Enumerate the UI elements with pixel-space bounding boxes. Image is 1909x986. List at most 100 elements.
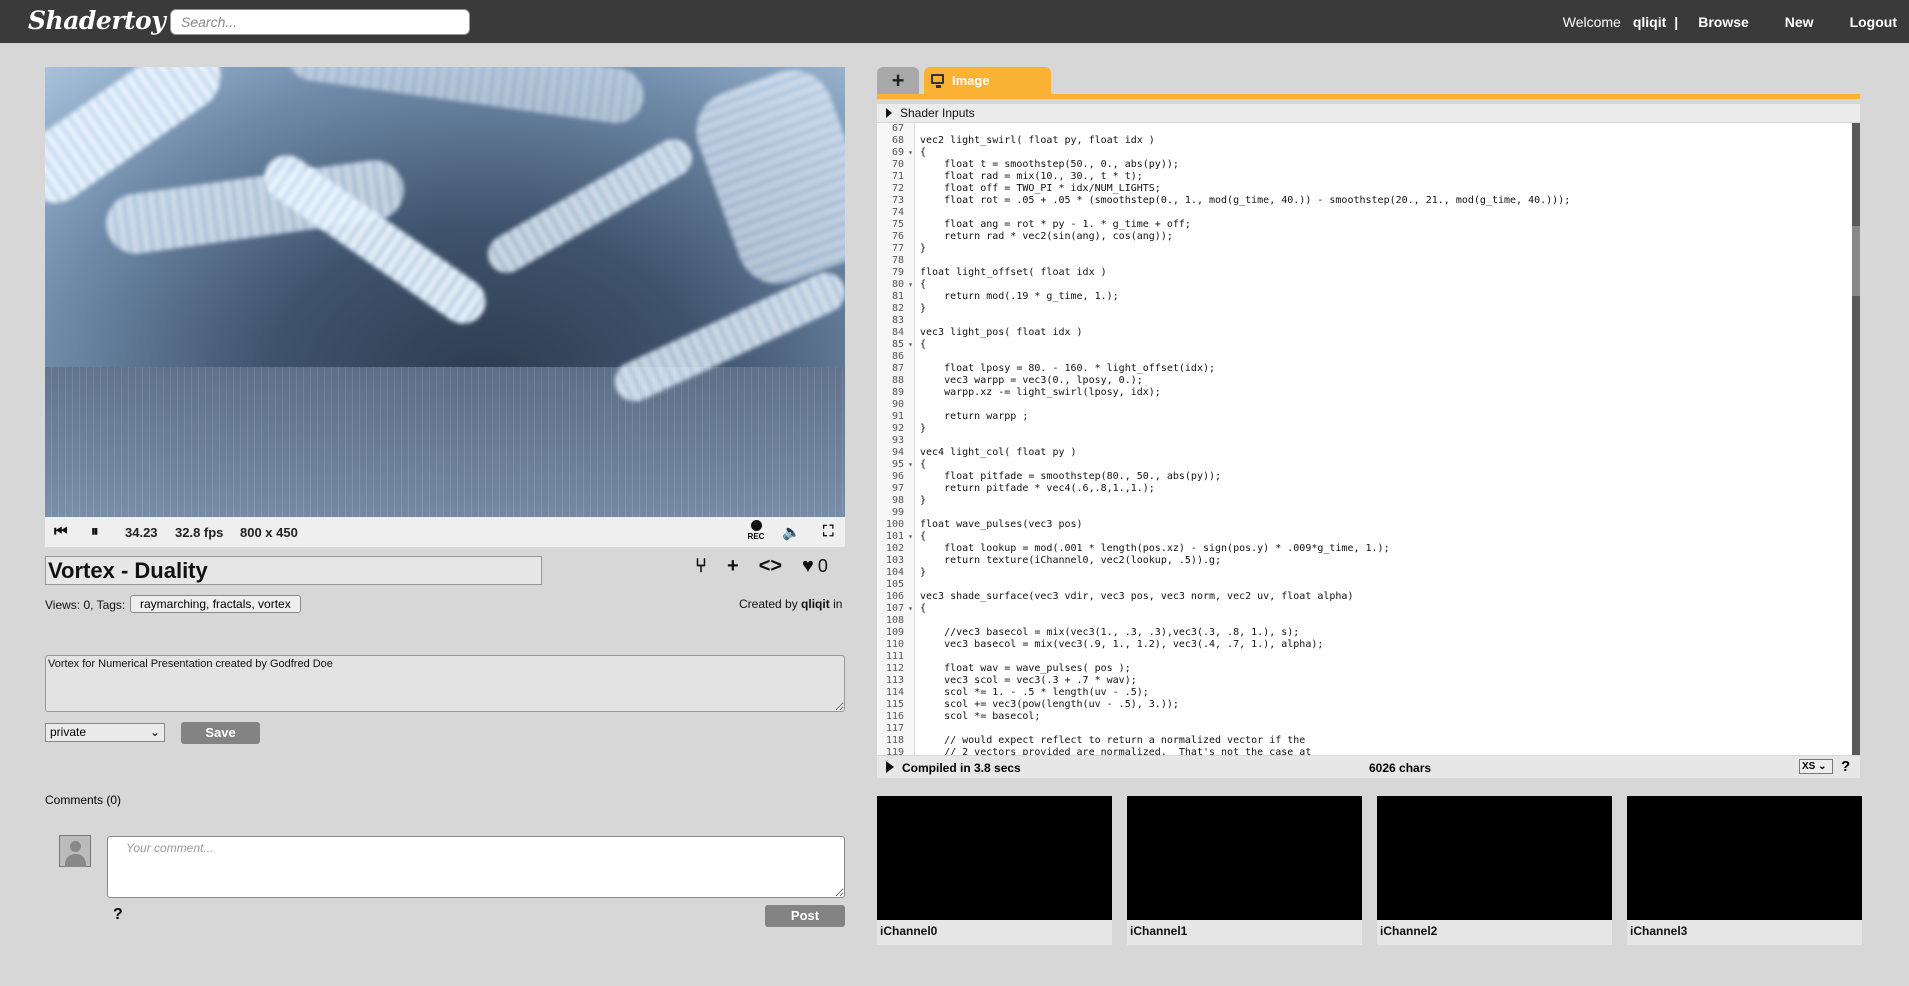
line-number: 103 — [885, 555, 904, 566]
channel-preview[interactable] — [1627, 796, 1862, 920]
code-line[interactable]: vec3 light_pos( float idx ) — [920, 327, 1840, 339]
fullscreen-icon[interactable]: ⛶ — [823, 523, 834, 540]
compile-triangle-icon[interactable] — [886, 761, 894, 773]
add-icon[interactable]: + — [727, 555, 739, 578]
code-line[interactable]: float lposy = 80. - 160. * light_offset(… — [920, 363, 1840, 375]
privacy-select[interactable]: private ⌄ — [45, 723, 165, 742]
code-line[interactable]: } — [920, 495, 1840, 507]
description-field[interactable]: Vortex for Numerical Presentation create… — [45, 655, 845, 712]
channel-slot-2[interactable]: iChannel2 — [1377, 796, 1612, 945]
post-button[interactable]: Post — [765, 905, 845, 927]
code-line[interactable]: { — [920, 339, 1840, 351]
code-line[interactable]: } — [920, 243, 1840, 255]
code-line[interactable] — [920, 315, 1840, 327]
code-line[interactable]: } — [920, 303, 1840, 315]
comment-input[interactable] — [107, 836, 845, 898]
code-line[interactable]: scol *= 1. - .5 * length(uv - .5); — [920, 687, 1840, 699]
code-line[interactable] — [920, 255, 1840, 267]
code-line[interactable] — [920, 723, 1840, 735]
code-line[interactable]: float ang = rot * py - 1. * g_time + off… — [920, 219, 1840, 231]
fork-icon[interactable]: ⑂ — [695, 555, 707, 578]
code-line[interactable]: scol *= basecol; — [920, 711, 1840, 723]
top-bar: Shadertoy Welcome qliqit | Browse New Lo… — [0, 0, 1909, 43]
code-line[interactable]: vec4 light_col( float py ) — [920, 447, 1840, 459]
code-line[interactable]: float pitfade = smoothstep(80., 50., abs… — [920, 471, 1840, 483]
embed-code-icon[interactable]: <> — [759, 555, 782, 578]
code-line[interactable] — [920, 507, 1840, 519]
code-line[interactable]: vec3 basecol = mix(vec3(.9, 1., 1.2), ve… — [920, 639, 1840, 651]
code-line[interactable]: //vec3 basecol = mix(vec3(1., .3, .3),ve… — [920, 627, 1840, 639]
code-line[interactable]: return warpp ; — [920, 411, 1840, 423]
channel-slot-3[interactable]: iChannel3 — [1627, 796, 1862, 945]
channel-slot-1[interactable]: iChannel1 — [1127, 796, 1362, 945]
line-number: 104 — [885, 567, 904, 578]
username-link[interactable]: qliqit — [1633, 14, 1666, 30]
nav-browse-link[interactable]: Browse — [1698, 14, 1749, 30]
editor-scrollbar[interactable] — [1852, 123, 1860, 755]
channel-preview[interactable] — [1127, 796, 1362, 920]
search-input[interactable] — [170, 9, 470, 35]
record-button[interactable]: REC — [744, 520, 768, 541]
code-line[interactable]: { — [920, 279, 1840, 291]
font-size-select[interactable]: XS ⌄ — [1799, 759, 1833, 774]
code-line[interactable] — [920, 435, 1840, 447]
editor-help-icon[interactable]: ? — [1841, 758, 1850, 775]
code-line[interactable]: float t = smoothstep(50., 0., abs(py)); — [920, 159, 1840, 171]
save-button[interactable]: Save — [181, 722, 260, 744]
volume-icon[interactable]: 🔈 — [782, 523, 801, 541]
code-line[interactable]: scol += vec3(pow(length(uv - .5), 3.)); — [920, 699, 1840, 711]
code-line[interactable]: // 2 vectors provided are normalized. Th… — [920, 747, 1840, 755]
scrollbar-thumb[interactable] — [1852, 226, 1860, 296]
code-line[interactable] — [920, 123, 1840, 135]
code-line[interactable]: return texture(iChannel0, vec2(lookup, .… — [920, 555, 1840, 567]
code-line[interactable]: vec3 scol = vec3(.3 + .7 * wav); — [920, 675, 1840, 687]
tab-image[interactable]: Image — [924, 67, 1051, 94]
tags-field[interactable]: raymarching, fractals, vortex — [130, 595, 301, 613]
author-link[interactable]: qliqit — [801, 597, 830, 611]
comment-help-icon[interactable]: ? — [113, 906, 123, 924]
code-line[interactable] — [920, 351, 1840, 363]
code-line[interactable]: // would expect reflect to return a norm… — [920, 735, 1840, 747]
code-line[interactable] — [920, 399, 1840, 411]
code-line[interactable] — [920, 651, 1840, 663]
rewind-icon[interactable]: ⏮ — [54, 523, 68, 540]
code-line[interactable]: warpp.xz -= light_swirl(lposy, idx); — [920, 387, 1840, 399]
channel-slot-0[interactable]: iChannel0 — [877, 796, 1112, 945]
channel-preview[interactable] — [877, 796, 1112, 920]
code-line[interactable] — [920, 615, 1840, 627]
code-line[interactable]: vec3 shade_surface(vec3 vdir, vec3 pos, … — [920, 591, 1840, 603]
code-line[interactable]: { — [920, 147, 1840, 159]
code-line[interactable]: { — [920, 531, 1840, 543]
nav-logout-link[interactable]: Logout — [1850, 14, 1897, 30]
code-line[interactable]: vec3 warpp = vec3(0., lposy, 0.); — [920, 375, 1840, 387]
code-line[interactable] — [920, 579, 1840, 591]
code-line[interactable]: float wav = wave_pulses( pos ); — [920, 663, 1840, 675]
add-tab-button[interactable]: + — [877, 67, 919, 94]
shader-title-field[interactable] — [45, 556, 542, 585]
shader-canvas[interactable] — [45, 67, 845, 517]
code-line[interactable]: vec2 light_swirl( float py, float idx ) — [920, 135, 1840, 147]
shader-inputs-toggle[interactable]: Shader Inputs — [877, 104, 1860, 122]
code-lines[interactable]: vec2 light_swirl( float py, float idx ){… — [920, 123, 1840, 755]
site-logo[interactable]: Shadertoy — [28, 6, 166, 35]
code-line[interactable]: float rot = .05 + .05 * (smoothstep(0., … — [920, 195, 1840, 207]
code-line[interactable]: return mod(.19 * g_time, 1.); — [920, 291, 1840, 303]
nav-new-link[interactable]: New — [1785, 14, 1814, 30]
code-line[interactable]: float light_offset( float idx ) — [920, 267, 1840, 279]
code-line[interactable]: return rad * vec2(sin(ang), cos(ang)); — [920, 231, 1840, 243]
heart-icon[interactable]: ♥ — [802, 555, 814, 578]
code-line[interactable]: { — [920, 603, 1840, 615]
code-line[interactable]: return pitfade * vec4(.6,.8,1.,1.); — [920, 483, 1840, 495]
code-line[interactable] — [920, 207, 1840, 219]
code-line[interactable]: float lookup = mod(.001 * length(pos.xz)… — [920, 543, 1840, 555]
code-line[interactable]: float rad = mix(10., 30., t * t); — [920, 171, 1840, 183]
code-line[interactable]: } — [920, 567, 1840, 579]
code-line[interactable]: float off = TWO_PI * idx/NUM_LIGHTS; — [920, 183, 1840, 195]
code-line[interactable]: float wave_pulses(vec3 pos) — [920, 519, 1840, 531]
code-line[interactable]: { — [920, 459, 1840, 471]
channel-label: iChannel0 — [880, 924, 938, 938]
code-line[interactable]: } — [920, 423, 1840, 435]
code-editor[interactable]: 6768697071727374757677787980818283848586… — [877, 123, 1860, 755]
pause-icon[interactable]: ⏸ — [91, 523, 99, 540]
channel-preview[interactable] — [1377, 796, 1612, 920]
